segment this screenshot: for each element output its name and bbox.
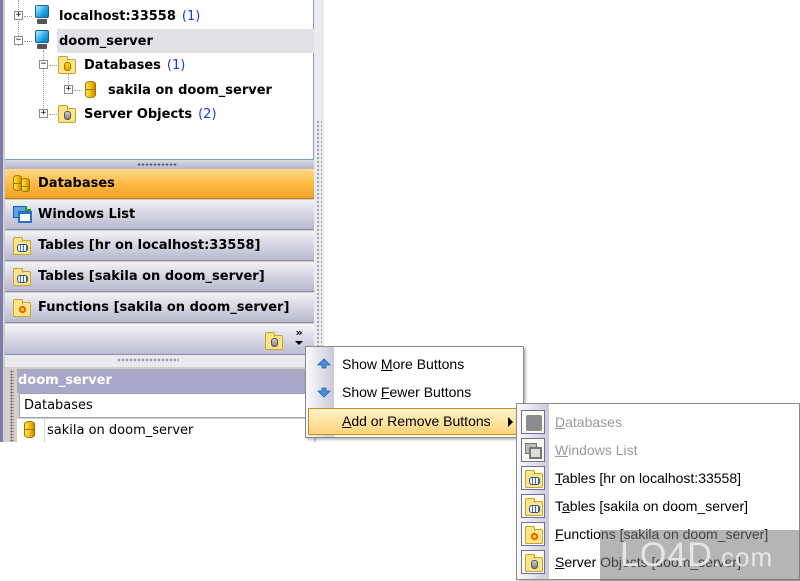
tree-node-label: Server Objects (2) (84, 107, 217, 122)
node-name: Server Objects (84, 106, 193, 122)
tables-folder-icon (525, 498, 543, 516)
nav-panel-splitter[interactable] (5, 355, 314, 367)
submenu-item-label: Tables [hr on localhost:33558] (555, 470, 742, 486)
tree-line (74, 90, 82, 91)
checked-box (521, 522, 545, 546)
tree-node-label: doom_server (59, 33, 153, 49)
splitter-grip[interactable] (316, 120, 322, 350)
menu-item-label: Add or Remove Buttons (342, 413, 491, 429)
checked-box (521, 494, 545, 518)
list-item-label: sakila on doom_server (47, 423, 194, 438)
tree-node-server-objects[interactable]: + Server Objects (2) (5, 102, 314, 126)
tree-node-sakila[interactable]: + sakila on doom_server (5, 78, 314, 102)
expand-icon[interactable]: + (64, 85, 73, 94)
submenu-item-label: Windows List (555, 442, 638, 458)
functions-folder-icon (13, 299, 33, 317)
tree-line (24, 41, 32, 42)
server-objects-button-icon[interactable] (265, 332, 283, 350)
databases-icon (525, 415, 543, 431)
nav-button-tables-sakila[interactable]: Tables [sakila on doom_server] (5, 262, 314, 292)
configure-buttons-chevron[interactable]: » (293, 326, 305, 350)
nav-button-databases[interactable]: Databases (5, 169, 314, 199)
checked-box (521, 550, 545, 574)
tree-node-label: Databases (1) (84, 58, 185, 73)
menu-item-add-remove-buttons[interactable]: Add or Remove Buttons (308, 408, 522, 435)
submenu-item-databases[interactable]: Databases (519, 408, 797, 436)
tables-folder-icon (13, 237, 33, 255)
submenu-item-label: Databases (555, 414, 622, 430)
tree-line (49, 114, 57, 115)
tree-node-label: sakila on doom_server (108, 82, 272, 98)
windows-list-icon (525, 443, 543, 459)
tree-node-doom-server[interactable]: − doom_server (5, 29, 314, 53)
expand-icon[interactable]: + (39, 109, 48, 118)
list-item[interactable]: sakila on doom_server (17, 419, 314, 442)
watermark-logo: LO4D.com (600, 530, 800, 581)
windows-list-icon (13, 206, 33, 224)
nav-button-functions-sakila[interactable]: Functions [sakila on doom_server] (5, 293, 314, 323)
node-name: Databases (84, 57, 161, 73)
tree-node-databases[interactable]: − Databases (1) (5, 53, 314, 77)
checked-box (521, 438, 545, 462)
databases-icon (13, 175, 33, 193)
nav-button-tables-hr[interactable]: Tables [hr on localhost:33558] (5, 231, 314, 261)
panel-subheader: Databases (19, 393, 314, 418)
chevron-right-icon: » (295, 326, 303, 339)
node-count: (1) (166, 57, 186, 73)
checked-box (521, 410, 545, 434)
node-name: localhost:33558 (59, 8, 176, 24)
menu-item-label: Show More Buttons (342, 356, 465, 372)
nav-button-label: Databases (38, 176, 115, 191)
tree-line (24, 16, 32, 17)
splitter-grip[interactable] (117, 358, 179, 362)
server-icon (33, 5, 51, 25)
node-count: (1) (181, 8, 201, 24)
nav-button-label: Tables [hr on localhost:33558] (38, 238, 261, 253)
server-objects-folder-icon (525, 554, 543, 572)
functions-folder-icon (525, 526, 543, 544)
frame-edge (0, 0, 4, 442)
tables-folder-icon (525, 470, 543, 488)
panel-header: doom_server (17, 369, 314, 393)
nav-overflow-toolbar: » (5, 324, 314, 355)
node-count: (2) (198, 106, 217, 122)
submenu-arrow-icon (508, 417, 513, 427)
submenu-item-windows-list[interactable]: Windows List (519, 436, 797, 464)
nav-button-label: Tables [sakila on doom_server] (38, 269, 265, 284)
database-icon (85, 81, 96, 98)
collapse-icon[interactable]: − (39, 60, 48, 69)
nav-button-label: Functions [sakila on doom_server] (38, 300, 290, 315)
nav-button-windows-list[interactable]: Windows List (5, 200, 314, 230)
collapse-icon[interactable]: − (14, 36, 23, 45)
arrow-down-icon (317, 387, 331, 398)
vertical-splitter[interactable] (314, 0, 324, 360)
database-icon (24, 421, 35, 438)
expand-icon[interactable]: + (14, 11, 23, 20)
panel-drag-handle[interactable] (10, 370, 14, 442)
submenu-item-label: Tables [sakila on doom_server] (555, 498, 748, 514)
splitter-grip[interactable] (137, 163, 177, 166)
column-separator (44, 419, 45, 442)
server-icon (33, 30, 51, 50)
customize-popup-menu: Show More Buttons Show Fewer Buttons Add… (305, 346, 524, 438)
menu-item-show-fewer-buttons[interactable]: Show Fewer Buttons (308, 379, 522, 406)
tree-node-localhost[interactable]: + localhost:33558 (1) (5, 4, 314, 28)
submenu-item-tables-hr[interactable]: Tables [hr on localhost:33558] (519, 464, 797, 492)
submenu-item-tables-sakila[interactable]: Tables [sakila on doom_server] (519, 492, 797, 520)
databases-folder-icon (58, 56, 76, 74)
tables-folder-icon (13, 268, 33, 286)
server-objects-folder-icon (58, 105, 76, 123)
dropdown-arrow-icon (295, 341, 303, 345)
tree-node-label: localhost:33558 (1) (59, 9, 200, 24)
menu-item-show-more-buttons[interactable]: Show More Buttons (308, 351, 522, 378)
menu-item-label: Show Fewer Buttons (342, 384, 472, 400)
checked-box (521, 466, 545, 490)
arrow-up-icon (317, 358, 331, 369)
watermark-brand: LO4D (620, 536, 713, 574)
nav-button-label: Windows List (38, 207, 136, 222)
tree-nav-splitter[interactable] (5, 160, 314, 169)
watermark-suffix: .com (712, 542, 774, 572)
tree-line (49, 65, 57, 66)
database-explorer-tree: + localhost:33558 (1) − doom_server − Dat… (5, 0, 314, 160)
